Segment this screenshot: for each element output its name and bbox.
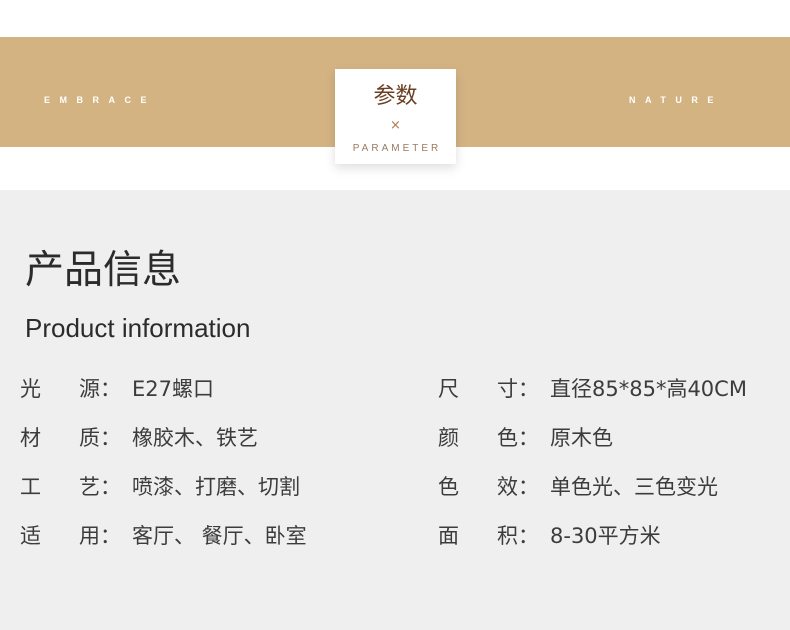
spec-separator: ： [100,377,121,401]
spec-value: 喷漆、打磨、切割 [132,475,300,499]
banner-right-text: NATURE [629,95,723,105]
spec-label-char: 质 [79,426,100,450]
spec-separator: ： [518,426,539,450]
spec-label-char: 效 [497,475,518,499]
spec-label-char: 材 [20,426,41,450]
spec-value: 原木色 [550,426,613,450]
spec-separator: ： [100,426,121,450]
spec-label-char: 寸 [497,377,518,401]
spec-separator: ： [518,475,539,499]
spec-label-char: 颜 [438,426,459,450]
spec-value: 单色光、三色变光 [550,475,718,499]
spec-label-char: 积 [497,524,518,548]
product-info-section: 产品信息 Product information 光 源 ： E27螺口 材 质… [0,190,790,630]
spec-label-char: 源 [79,377,100,401]
spec-separator: ： [100,475,121,499]
spec-label-char: 色 [497,426,518,450]
spec-value: 客厅、 餐厅、卧室 [132,524,307,548]
section-title-cn: 产品信息 [25,248,182,293]
spec-value: 直径85*85*高40CM [550,377,747,401]
cross-icon: × [390,118,401,133]
badge-subtitle: PARAMETER [352,143,442,154]
spec-value: 8-30平方米 [550,524,661,548]
spec-separator: ： [518,524,539,548]
spec-value: E27螺口 [132,377,214,401]
spec-label-char: 艺 [79,475,100,499]
spec-label-char: 面 [438,524,459,548]
spec-value: 橡胶木、铁艺 [132,426,258,450]
page: EMBRACE NATURE 参数 × PARAMETER 产品信息 Produ… [0,0,790,630]
banner-left-text: EMBRACE [44,95,157,105]
spec-separator: ： [100,524,121,548]
spec-label-char: 适 [20,524,41,548]
parameter-badge: 参数 × PARAMETER [335,69,456,164]
spec-label-char: 光 [20,377,41,401]
spec-label-char: 尺 [438,377,459,401]
spec-separator: ： [518,377,539,401]
spec-label-char: 工 [20,475,41,499]
section-title-en: Product information [25,313,251,343]
spec-label-char: 色 [438,475,459,499]
badge-title: 参数 [373,84,418,109]
spec-label-char: 用 [79,524,100,548]
